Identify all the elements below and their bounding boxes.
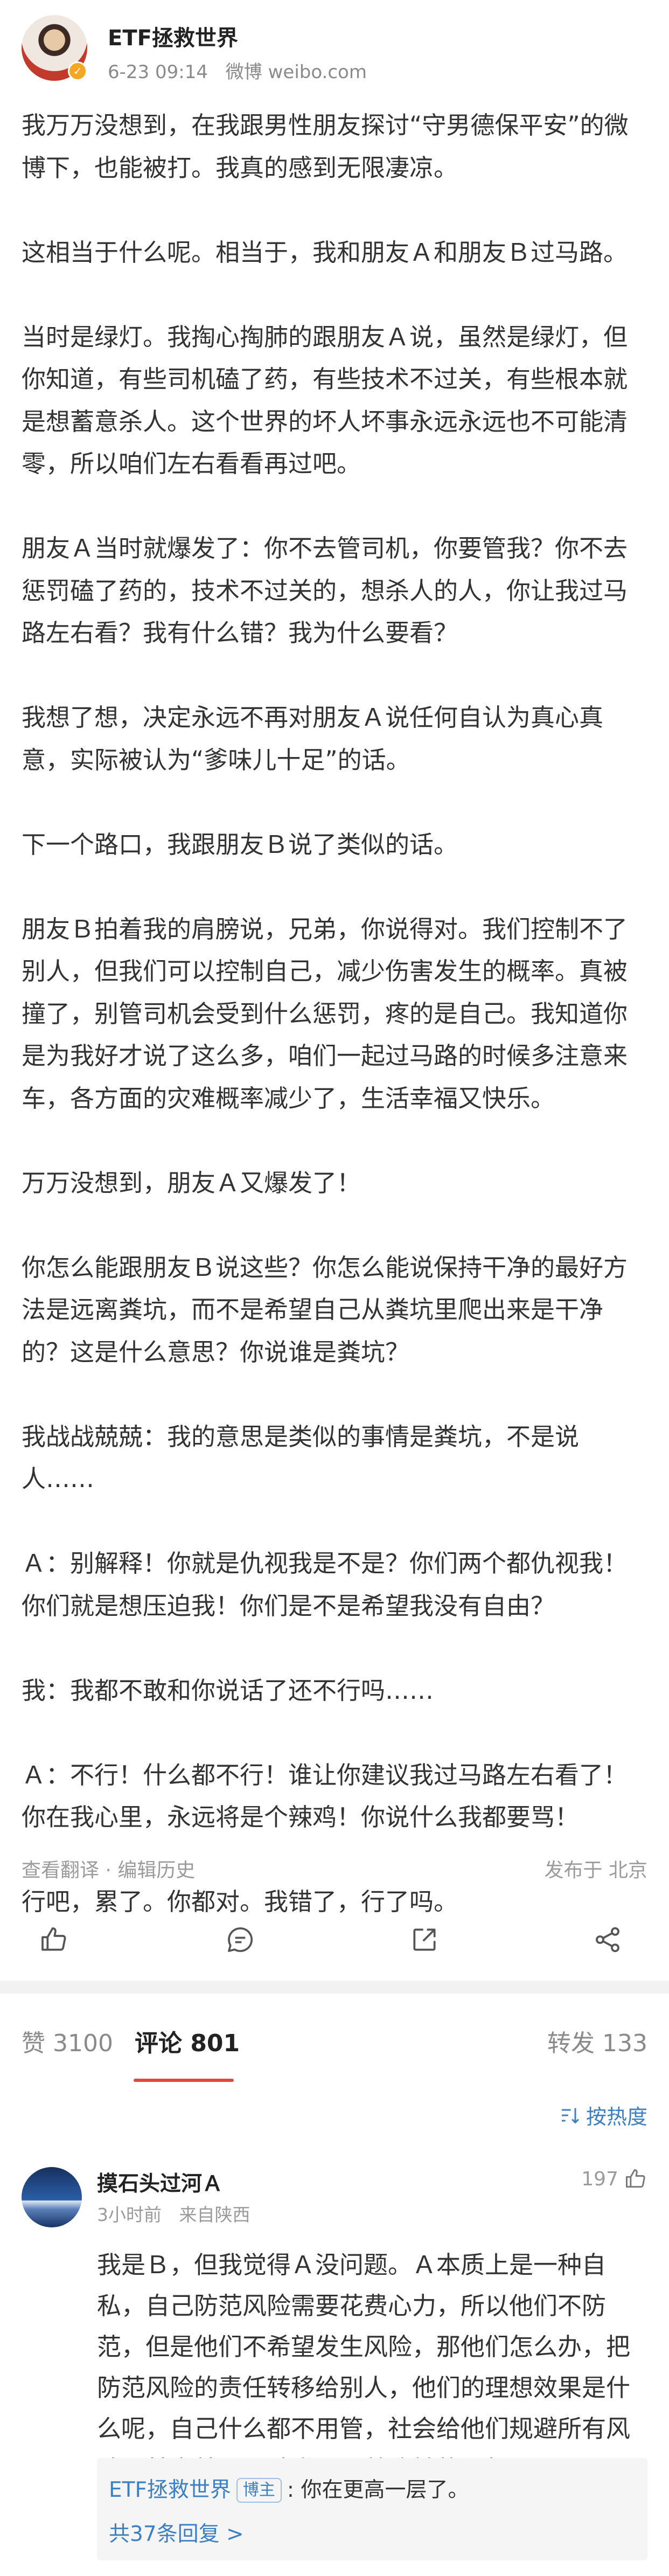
thumb-up-icon[interactable] [39,1925,76,1962]
post-footer: 查看翻译 · 编辑历史 发布于 北京 [22,1855,647,1881]
commenter-avatar[interactable] [22,2167,82,2227]
post-paragraph: 万万没想到，朋友Ａ又爆发了！ [22,1168,361,1197]
post-time: 6-23 09:14 [108,61,208,83]
comment-meta: 3小时前 来自陕西 [97,2200,262,2226]
tab-likes[interactable]: 赞 3100 [22,2024,113,2058]
interaction-tabs: 赞 3100 评论 801 转发 133 [0,1994,669,2085]
comment-icon[interactable] [225,1925,263,1962]
post-paragraph: 朋友Ａ当时就爆发了：你不去管司机，你要管我？你不去惩罚磕了药的，技术不过关的，想… [22,534,628,647]
reply-text: : 你在更高一层了。 [287,2478,469,2502]
tab-reposts[interactable]: 转发 133 [547,2024,647,2058]
post-paragraph: 我想了想，决定永远不再对朋友Ａ说任何自认为真心真意，实际被认为“爹味儿十足”的话… [22,703,604,774]
post-paragraph: 朋友Ｂ拍着我的肩膀说，兄弟，你说得对。我们控制不了别人，但我们可以控制自己，减少… [22,914,628,1113]
comment-like-count: 197 [581,2168,618,2190]
sort-icon [561,2108,579,2123]
comment-time: 3小时前 [97,2204,162,2225]
post-header: ✓ ETF拯救世界 6-23 09:14 微博 weibo.com [22,15,646,85]
post-paragraph: Ａ：不行！什么都不行！谁让你建议我过马路左右看了！你在我心里，永远将是个辣鸡！你… [22,1760,628,1832]
comment-location: 来自陕西 [179,2204,250,2225]
post-paragraph: 我万万没想到，在我跟男性朋友探讨“守男德保平安”的微博下，也能被打。我真的感到无… [22,111,629,182]
blogger-tag: 博主 [236,2478,282,2503]
active-tab-indicator [134,2079,234,2082]
post-paragraph: 我：我都不敢和你说话了还不行吗…… [22,1676,434,1705]
comment-text: 我是Ｂ，但我觉得Ａ没问题。Ａ本质上是一种自私，自己防范风险需要花费心力，所以他们… [97,2251,631,2484]
post-paragraph: 你怎么能跟朋友Ｂ说这些？你怎么能说保持干净的最好方法是远离粪坑，而不是希望自己从… [22,1253,628,1366]
share-icon[interactable] [409,1925,447,1962]
reply-author[interactable]: ETF拯救世界 [109,2478,231,2502]
verified-badge-icon: ✓ [68,61,87,81]
publish-location: 发布于 北京 [544,1859,647,1881]
author-name[interactable]: ETF拯救世界 [108,20,238,52]
weibo-post-page: ✓ ETF拯救世界 6-23 09:14 微博 weibo.com 我万万没想到… [0,0,669,2576]
section-divider [0,1981,669,1994]
sort-label: 按热度 [586,2105,647,2129]
post-paragraph: 我战战兢兢：我的意思是类似的事情是粪坑，不是说人…… [22,1422,580,1494]
comment-like-button[interactable]: 197 [581,2167,647,2191]
more-replies-link[interactable]: 共37条回复 > [109,2517,244,2547]
translate-edit-history-link[interactable]: 查看翻译 · 编辑历史 [22,1855,195,1883]
sort-button[interactable]: 按热度 [559,2100,647,2130]
reply-line: ETF拯救世界 博主: 你在更高一层了。 [109,2473,469,2503]
post-paragraph: 当时是绿灯。我掏心掏肺的跟朋友Ａ说，虽然是绿灯，但你知道，有些司机磕了药，有些技… [22,322,628,478]
post-paragraph: Ａ：别解释！你就是仇视我是不是？你们两个都仇视我！你们就是想压迫我！你们是不是希… [22,1549,628,1620]
post-paragraph: 这相当于什么呢。相当于，我和朋友Ａ和朋友Ｂ过马路。 [22,238,628,267]
tab-comments[interactable]: 评论 801 [135,2024,240,2058]
post-meta: 6-23 09:14 微博 weibo.com [108,57,379,84]
post-source: 微博 weibo.com [225,61,367,83]
network-icon[interactable] [593,1925,630,1962]
commenter-name[interactable]: 摸石头过河Ａ [97,2167,223,2197]
thumb-up-icon [626,2169,645,2188]
post-body: 我万万没想到，在我跟男性朋友探讨“守男德保平安”的微博下，也能被打。我真的感到无… [22,105,647,1924]
action-bar [0,1912,669,1976]
reply-preview[interactable]: ETF拯救世界 博主: 你在更高一层了。 共37条回复 > [97,2458,647,2560]
post-paragraph: 下一个路口，我跟朋友Ｂ说了类似的话。 [22,830,458,859]
